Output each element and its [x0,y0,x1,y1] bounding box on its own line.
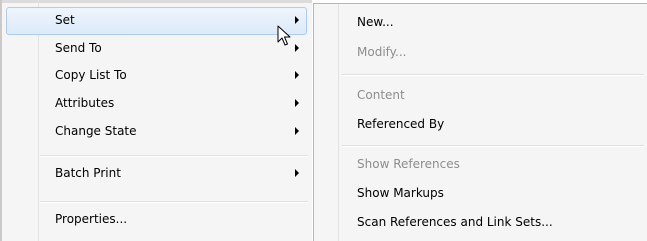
menu-separator [40,155,308,157]
submenu-icon-gutter-divider [338,4,339,241]
submenu-item-scan-references[interactable]: Scan References and Link Sets... [357,215,553,229]
submenu-item-content: Content [357,88,405,102]
menu-item-label: Send To [55,41,102,55]
submenu-item-new[interactable]: New... [357,15,394,29]
submenu-arrow-icon [295,71,299,79]
menu-item-set[interactable]: Set [6,7,307,35]
menu-left-edge [0,0,2,241]
menu-item-batch-print[interactable]: Batch Print [6,160,307,188]
context-menu: Set Send To Copy List To Attributes Chan… [0,0,312,241]
submenu-arrow-icon [295,99,299,107]
submenu-separator [342,145,644,147]
menu-item-properties[interactable]: Properties... [6,206,307,234]
submenu-arrow-icon [295,16,299,24]
set-submenu: New... Modify... Content Referenced By S… [313,3,647,241]
menu-item-attributes[interactable]: Attributes [6,90,307,118]
menu-item-send-to[interactable]: Send To [6,35,307,63]
menu-separator [40,201,308,203]
menu-item-label: Copy List To [55,68,127,82]
menu-item-label: Batch Print [55,166,121,180]
submenu-item-show-markups[interactable]: Show Markups [357,186,444,200]
menu-item-copy-list-to[interactable]: Copy List To [6,62,307,90]
submenu-arrow-icon [295,169,299,177]
arrow-pointer-icon [277,25,291,46]
submenu-item-show-references: Show References [357,157,460,171]
menu-item-label: Change State [55,124,137,138]
submenu-item-modify: Modify... [357,45,407,59]
menu-item-label: Set [55,13,75,27]
submenu-item-referenced-by[interactable]: Referenced By [357,117,444,131]
screen: Set Send To Copy List To Attributes Chan… [0,0,647,241]
submenu-arrow-icon [295,127,299,135]
menu-top-edge [0,0,312,3]
submenu-separator [342,74,644,76]
menu-item-label: Attributes [55,96,115,110]
menu-item-change-state[interactable]: Change State [6,118,307,146]
menu-item-label: Properties... [55,212,128,226]
submenu-arrow-icon [295,44,299,52]
